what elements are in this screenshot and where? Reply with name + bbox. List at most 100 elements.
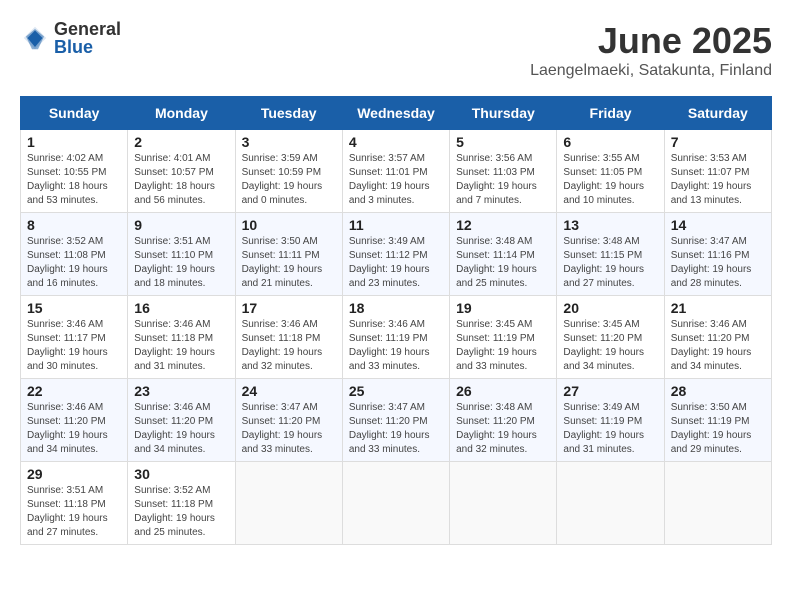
day-number: 8 [27,217,121,233]
calendar-week-0: 1 Sunrise: 4:02 AM Sunset: 10:55 PM Dayli… [21,130,772,213]
day-number: 7 [671,134,765,150]
day-number: 28 [671,383,765,399]
logo: General Blue [20,20,121,56]
day-number: 29 [27,466,121,482]
calendar-cell [342,462,449,545]
day-info: Sunrise: 3:47 AM Sunset: 11:20 PM Daylig… [242,401,336,457]
day-number: 4 [349,134,443,150]
day-info: Sunrise: 3:49 AM Sunset: 11:12 PM Daylig… [349,235,443,291]
day-info: Sunrise: 3:56 AM Sunset: 11:03 PM Daylig… [456,152,550,208]
calendar-cell: 24Sunrise: 3:47 AM Sunset: 11:20 PM Dayl… [235,379,342,462]
day-number: 17 [242,300,336,316]
calendar-cell [664,462,771,545]
calendar-cell: 4 Sunrise: 3:57 AM Sunset: 11:01 PM Dayli… [342,130,449,213]
day-number: 12 [456,217,550,233]
calendar-week-4: 29 Sunrise: 3:51 AM Sunset: 11:18 PM Dayl… [21,462,772,545]
day-info: Sunrise: 3:48 AM Sunset: 11:20 PM Daylig… [456,401,550,457]
day-number: 5 [456,134,550,150]
weekday-header-row: SundayMondayTuesdayWednesdayThursdayFrid… [21,97,772,130]
calendar-cell: 19 Sunrise: 3:45 AM Sunset: 11:19 PM Dayl… [450,296,557,379]
day-number: 16 [134,300,228,316]
calendar-cell: 27 Sunrise: 3:49 AM Sunset: 11:19 PM Dayl… [557,379,664,462]
day-number: 25 [349,383,443,399]
day-number: 23 [134,383,228,399]
calendar-cell: 3Sunrise: 3:59 AM Sunset: 10:59 PM Dayli… [235,130,342,213]
day-info: Sunrise: 3:53 AM Sunset: 11:07 PM Daylig… [671,152,765,208]
header: General Blue June 2025 Laengelmaeki, Sat… [20,20,772,80]
logo-blue: Blue [54,38,121,56]
calendar-cell: 9Sunrise: 3:51 AM Sunset: 11:10 PM Dayli… [128,213,235,296]
day-number: 10 [242,217,336,233]
day-info: Sunrise: 3:46 AM Sunset: 11:20 PM Daylig… [134,401,228,457]
calendar-cell: 13 Sunrise: 3:48 AM Sunset: 11:15 PM Dayl… [557,213,664,296]
day-number: 18 [349,300,443,316]
calendar-cell [450,462,557,545]
day-number: 21 [671,300,765,316]
day-number: 19 [456,300,550,316]
day-info: Sunrise: 3:55 AM Sunset: 11:05 PM Daylig… [563,152,657,208]
calendar-cell: 17 Sunrise: 3:46 AM Sunset: 11:18 PM Dayl… [235,296,342,379]
calendar-cell: 11 Sunrise: 3:49 AM Sunset: 11:12 PM Dayl… [342,213,449,296]
day-info: Sunrise: 3:48 AM Sunset: 11:14 PM Daylig… [456,235,550,291]
day-info: Sunrise: 3:46 AM Sunset: 11:19 PM Daylig… [349,318,443,374]
weekday-header-saturday: Saturday [664,97,771,130]
day-info: Sunrise: 3:46 AM Sunset: 11:18 PM Daylig… [134,318,228,374]
weekday-header-monday: Monday [128,97,235,130]
month-title: June 2025 [530,20,772,62]
logo-icon [20,23,50,53]
logo-text: General Blue [54,20,121,56]
calendar-cell: 5 Sunrise: 3:56 AM Sunset: 11:03 PM Dayli… [450,130,557,213]
day-number: 27 [563,383,657,399]
day-info: Sunrise: 3:51 AM Sunset: 11:18 PM Daylig… [27,484,121,540]
weekday-header-friday: Friday [557,97,664,130]
calendar-week-2: 15 Sunrise: 3:46 AM Sunset: 11:17 PM Dayl… [21,296,772,379]
calendar-week-1: 8 Sunrise: 3:52 AM Sunset: 11:08 PM Dayli… [21,213,772,296]
calendar-cell: 23 Sunrise: 3:46 AM Sunset: 11:20 PM Dayl… [128,379,235,462]
day-info: Sunrise: 4:01 AM Sunset: 10:57 PM Daylig… [134,152,228,208]
weekday-header-sunday: Sunday [21,97,128,130]
day-info: Sunrise: 3:57 AM Sunset: 11:01 PM Daylig… [349,152,443,208]
location-title: Laengelmaeki, Satakunta, Finland [530,62,772,80]
calendar-cell: 20 Sunrise: 3:45 AM Sunset: 11:20 PM Dayl… [557,296,664,379]
day-number: 1 [27,134,121,150]
day-number: 20 [563,300,657,316]
day-number: 30 [134,466,228,482]
calendar-cell: 10Sunrise: 3:50 AM Sunset: 11:11 PM Dayl… [235,213,342,296]
calendar-cell: 22 Sunrise: 3:46 AM Sunset: 11:20 PM Dayl… [21,379,128,462]
calendar-cell: 12 Sunrise: 3:48 AM Sunset: 11:14 PM Dayl… [450,213,557,296]
day-number: 15 [27,300,121,316]
day-info: Sunrise: 3:47 AM Sunset: 11:16 PM Daylig… [671,235,765,291]
calendar-cell: 29 Sunrise: 3:51 AM Sunset: 11:18 PM Dayl… [21,462,128,545]
day-info: Sunrise: 3:46 AM Sunset: 11:20 PM Daylig… [671,318,765,374]
calendar-cell: 1 Sunrise: 4:02 AM Sunset: 10:55 PM Dayli… [21,130,128,213]
day-info: Sunrise: 3:50 AM Sunset: 11:19 PM Daylig… [671,401,765,457]
day-number: 13 [563,217,657,233]
calendar-cell: 7 Sunrise: 3:53 AM Sunset: 11:07 PM Dayli… [664,130,771,213]
day-info: Sunrise: 3:45 AM Sunset: 11:19 PM Daylig… [456,318,550,374]
calendar-table: SundayMondayTuesdayWednesdayThursdayFrid… [20,96,772,545]
day-info: Sunrise: 3:52 AM Sunset: 11:08 PM Daylig… [27,235,121,291]
day-info: Sunrise: 3:51 AM Sunset: 11:10 PM Daylig… [134,235,228,291]
calendar-cell: 30 Sunrise: 3:52 AM Sunset: 11:18 PM Dayl… [128,462,235,545]
calendar-cell [557,462,664,545]
calendar-cell: 16 Sunrise: 3:46 AM Sunset: 11:18 PM Dayl… [128,296,235,379]
day-info: Sunrise: 3:46 AM Sunset: 11:18 PM Daylig… [242,318,336,374]
calendar-cell: 28 Sunrise: 3:50 AM Sunset: 11:19 PM Dayl… [664,379,771,462]
day-number: 22 [27,383,121,399]
calendar-cell: 18 Sunrise: 3:46 AM Sunset: 11:19 PM Dayl… [342,296,449,379]
logo-general: General [54,20,121,38]
day-info: Sunrise: 3:46 AM Sunset: 11:20 PM Daylig… [27,401,121,457]
title-section: June 2025 Laengelmaeki, Satakunta, Finla… [530,20,772,80]
calendar-cell: 6Sunrise: 3:55 AM Sunset: 11:05 PM Dayli… [557,130,664,213]
day-info: Sunrise: 3:49 AM Sunset: 11:19 PM Daylig… [563,401,657,457]
day-info: Sunrise: 3:48 AM Sunset: 11:15 PM Daylig… [563,235,657,291]
calendar-cell: 2Sunrise: 4:01 AM Sunset: 10:57 PM Dayli… [128,130,235,213]
calendar-cell: 14Sunrise: 3:47 AM Sunset: 11:16 PM Dayl… [664,213,771,296]
day-info: Sunrise: 4:02 AM Sunset: 10:55 PM Daylig… [27,152,121,208]
day-info: Sunrise: 3:45 AM Sunset: 11:20 PM Daylig… [563,318,657,374]
day-info: Sunrise: 3:59 AM Sunset: 10:59 PM Daylig… [242,152,336,208]
day-info: Sunrise: 3:46 AM Sunset: 11:17 PM Daylig… [27,318,121,374]
calendar-cell: 21 Sunrise: 3:46 AM Sunset: 11:20 PM Dayl… [664,296,771,379]
day-info: Sunrise: 3:52 AM Sunset: 11:18 PM Daylig… [134,484,228,540]
day-number: 11 [349,217,443,233]
